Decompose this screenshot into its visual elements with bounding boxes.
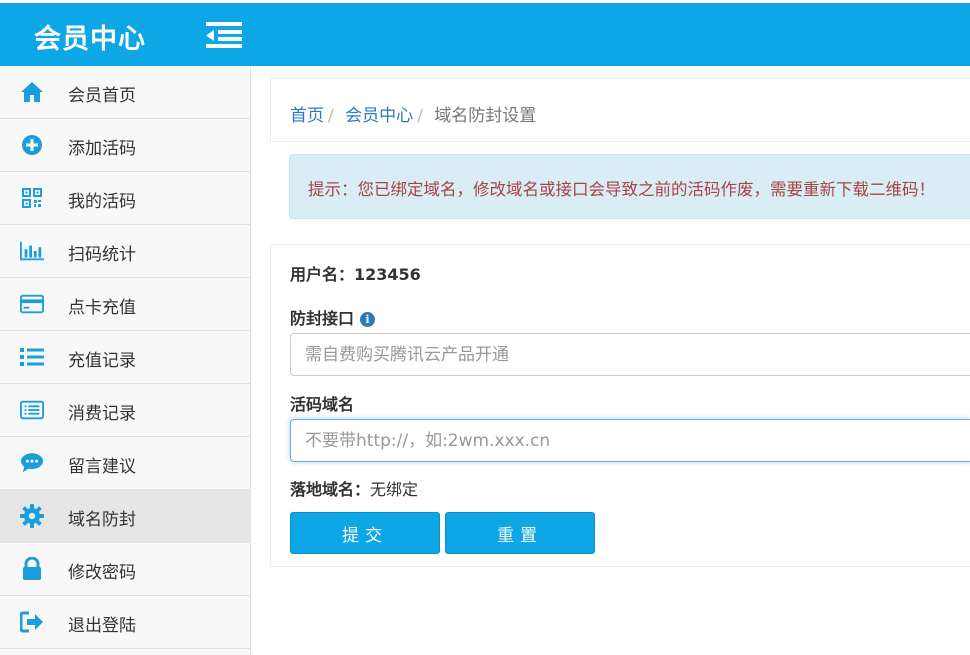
submit-button[interactable]: 提交 bbox=[290, 512, 440, 554]
sidebar-item-label: 添加活码 bbox=[68, 139, 136, 159]
bar-chart-icon bbox=[20, 239, 44, 263]
credit-card-icon bbox=[20, 292, 44, 316]
sidebar-item-scan-stats[interactable]: 扫码统计 bbox=[0, 225, 250, 278]
list-alt-icon bbox=[20, 398, 44, 422]
sign-out-icon bbox=[20, 610, 44, 634]
domain-input[interactable] bbox=[290, 419, 970, 462]
reset-button[interactable]: 重置 bbox=[445, 512, 595, 554]
alert-text: 提示：您已绑定域名，修改域名或接口会导致之前的活码作废，需要重新下载二维码！ bbox=[308, 180, 935, 199]
sidebar-item-label: 充值记录 bbox=[68, 351, 136, 371]
sidebar-item-logout[interactable]: 退出登陆 bbox=[0, 596, 250, 649]
plus-circle-icon bbox=[20, 133, 44, 157]
sidebar-item-label: 消费记录 bbox=[68, 404, 136, 424]
breadcrumb-separator: / bbox=[328, 106, 334, 126]
breadcrumb: 首页 / 会员中心 / 域名防封设置 bbox=[270, 78, 970, 142]
breadcrumb-member-link[interactable]: 会员中心 bbox=[345, 106, 413, 126]
domain-settings-form: 用户名：123456 防封接口 i 活码域名 落地域名：无绑定 提交 重置 bbox=[270, 244, 970, 567]
sidebar-item-recharge[interactable]: 点卡充值 bbox=[0, 278, 250, 331]
sidebar-item-label: 退出登陆 bbox=[68, 616, 136, 636]
sidebar-item-label: 域名防封 bbox=[68, 510, 136, 530]
sidebar-item-home[interactable]: 会员首页 bbox=[0, 66, 250, 119]
landing-domain-value: 无绑定 bbox=[370, 480, 419, 499]
home-icon bbox=[20, 80, 44, 104]
api-label-row: 防封接口 i bbox=[290, 305, 376, 329]
sidebar-item-consumption-records[interactable]: 消费记录 bbox=[0, 384, 250, 437]
gear-icon bbox=[20, 504, 44, 528]
username-label: 用户名： bbox=[290, 265, 355, 284]
sidebar: 会员首页 添加活码 我的活码 扫码统计 点卡充值 充值记录 消费记录 留言建议 … bbox=[0, 66, 251, 655]
outdent-icon[interactable] bbox=[204, 21, 244, 49]
landing-domain-row: 落地域名：无绑定 bbox=[290, 476, 418, 500]
sidebar-item-label: 修改密码 bbox=[68, 563, 136, 583]
sidebar-item-label: 会员首页 bbox=[68, 86, 136, 106]
username-row: 用户名：123456 bbox=[290, 261, 421, 285]
warning-alert: 提示：您已绑定域名，修改域名或接口会导致之前的活码作废，需要重新下载二维码！ bbox=[289, 154, 970, 219]
username-value: 123456 bbox=[354, 265, 421, 284]
lock-icon bbox=[20, 557, 44, 581]
breadcrumb-current: 域名防封设置 bbox=[434, 106, 537, 126]
top-header: 会员中心 bbox=[0, 0, 970, 66]
sidebar-item-label: 点卡充值 bbox=[68, 298, 136, 318]
sidebar-item-label: 留言建议 bbox=[68, 457, 136, 477]
landing-domain-label: 落地域名： bbox=[290, 480, 371, 499]
breadcrumb-home-link[interactable]: 首页 bbox=[290, 106, 324, 126]
main-content: 首页 / 会员中心 / 域名防封设置 提示：您已绑定域名，修改域名或接口会导致之前的… bbox=[251, 66, 970, 655]
sidebar-item-feedback[interactable]: 留言建议 bbox=[0, 437, 250, 490]
breadcrumb-separator: / bbox=[417, 106, 423, 126]
sidebar-item-label: 我的活码 bbox=[68, 192, 136, 212]
sidebar-item-label: 扫码统计 bbox=[68, 245, 136, 265]
sidebar-item-recharge-records[interactable]: 充值记录 bbox=[0, 331, 250, 384]
api-label: 防封接口 bbox=[290, 309, 355, 328]
api-input[interactable] bbox=[290, 333, 970, 376]
domain-label: 活码域名 bbox=[290, 395, 355, 414]
qrcode-icon bbox=[20, 186, 44, 210]
comment-icon bbox=[20, 451, 44, 475]
list-icon bbox=[20, 345, 44, 369]
sidebar-item-add-code[interactable]: 添加活码 bbox=[0, 119, 250, 172]
sidebar-item-my-codes[interactable]: 我的活码 bbox=[0, 172, 250, 225]
sidebar-item-change-password[interactable]: 修改密码 bbox=[0, 543, 250, 596]
info-icon[interactable]: i bbox=[360, 312, 376, 327]
sidebar-item-domain-protection[interactable]: 域名防封 bbox=[0, 490, 250, 543]
brand-title: 会员中心 bbox=[34, 24, 146, 55]
